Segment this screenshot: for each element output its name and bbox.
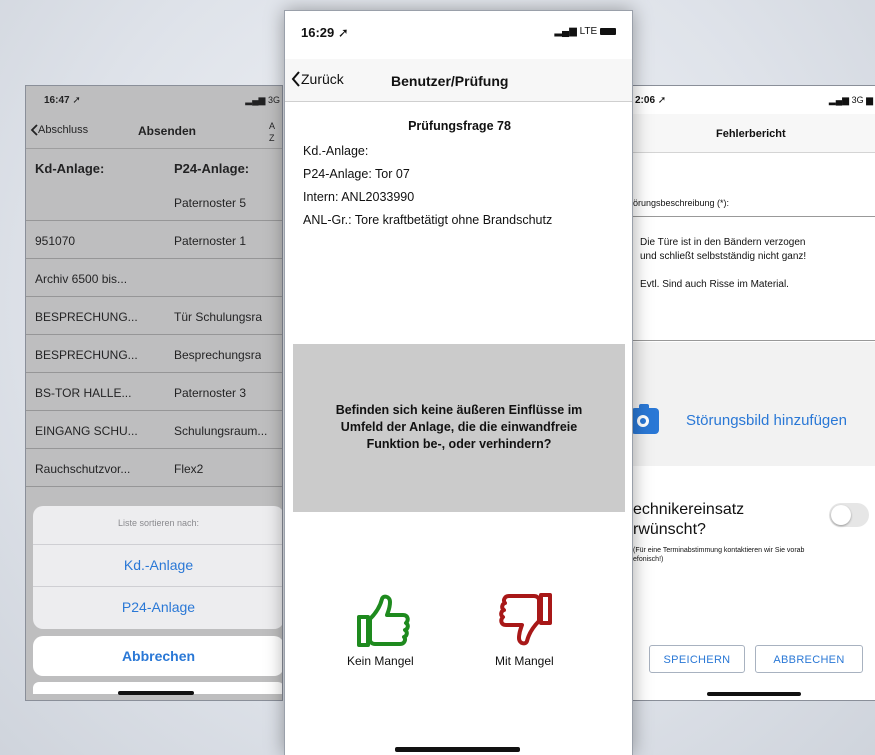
question-text: Befinden sich keine äußeren Einflüsse im… <box>293 402 625 453</box>
add-image-button[interactable]: Störungsbild hinzufügen <box>686 412 847 429</box>
status-signal: ▂▄▆ LTE <box>554 26 616 37</box>
question-box: Befinden sich keine äußeren Einflüsse im… <box>293 344 625 512</box>
camera-icon[interactable] <box>631 404 659 434</box>
back-label: Zurück <box>301 71 344 87</box>
home-indicator <box>395 747 520 752</box>
home-indicator <box>707 692 801 696</box>
thumbs-down-icon <box>499 593 552 646</box>
technician-label: echnikereinsatz rwünscht? <box>633 500 744 540</box>
description-line: Die Türe ist in den Bändern verzogen <box>640 237 806 248</box>
save-button[interactable]: SPEICHERN <box>649 645 745 673</box>
status-time: 16:29 ➚ <box>301 25 349 40</box>
description-textarea[interactable]: Die Türe ist in den Bändern verzogen und… <box>631 216 875 341</box>
battery-icon <box>600 28 616 35</box>
navigation-bar: Zurück Benutzer/Prüfung <box>285 59 632 102</box>
description-label: örungsbeschreibung (*): <box>633 198 730 208</box>
technician-note: (Für eine Terminabstimmung kontaktieren … <box>633 546 873 564</box>
sort-option-kd-anlage[interactable]: Kd.-Anlage <box>33 544 282 585</box>
no-defect-label: Kein Mangel <box>347 654 414 668</box>
defect-button[interactable] <box>498 591 554 652</box>
chevron-left-icon <box>291 71 300 87</box>
sort-option-p24-anlage[interactable]: P24-Anlage <box>33 586 282 627</box>
description-line: und schließt selbstständig nicht ganz! <box>640 251 807 262</box>
technician-note-line: efonisch!) <box>633 556 664 563</box>
info-p24-anlage: P24-Anlage: Tor 07 <box>303 167 410 181</box>
sort-action-sheet: Liste sortieren nach: Kd.-Anlage P24-Anl… <box>33 506 282 629</box>
nav-title: Benutzer/Prüfung <box>391 73 509 89</box>
home-indicator <box>118 691 194 695</box>
info-kd-anlage: Kd.-Anlage: <box>303 144 369 158</box>
toggle-knob <box>831 505 851 525</box>
technician-toggle[interactable] <box>829 503 869 527</box>
technician-line: rwünscht? <box>633 521 706 538</box>
description-line: Evtl. Sind auch Risse im Material. <box>640 279 789 290</box>
question-line: Befinden sich keine äußeren Einflüsse im <box>335 403 583 417</box>
sheet-title: Liste sortieren nach: <box>117 518 200 528</box>
info-anl-gruppe: ANL-Gr.: Tore kraftbetätigt ohne Brandsc… <box>303 213 553 227</box>
status-signal: ▂▄▆ 3G ▆ <box>828 95 873 105</box>
info-intern: Intern: ANL2033990 <box>303 190 415 204</box>
question-line: Umfeld der Anlage, die die einwandfreie <box>340 420 578 434</box>
section-spacer <box>631 342 875 466</box>
technician-line: echnikereinsatz <box>633 501 745 518</box>
defect-label: Mit Mangel <box>495 654 554 668</box>
nav-title: Fehlerbericht <box>716 128 786 140</box>
cancel-button[interactable]: ABBRECHEN <box>755 645 863 673</box>
sheet-cancel-button[interactable]: Abbrechen <box>33 636 282 676</box>
right-phone-screen: 2:06 ➚ ▂▄▆ 3G ▆ Fehlerbericht örungsbesc… <box>630 85 875 701</box>
question-title: Prüfungsfrage 78 <box>408 119 511 133</box>
no-defect-button[interactable] <box>355 593 411 654</box>
thumbs-up-icon <box>357 594 410 647</box>
center-phone-screen: 16:29 ➚ ▂▄▆ LTE Zurück Benutzer/Prüfung … <box>284 10 633 755</box>
status-bar: 16:29 ➚ ▂▄▆ LTE <box>285 11 632 40</box>
back-button[interactable]: Zurück <box>291 71 344 87</box>
status-time: 2:06 ➚ <box>635 95 667 106</box>
technician-note-line: (Für eine Terminabstimmung kontaktieren … <box>633 547 805 554</box>
left-phone-screen: 16:47 ➚ ▂▄▆ 3G Abschluss Absenden A Z Kd… <box>25 85 283 701</box>
question-line: Funktion be-, oder verhindern? <box>366 437 552 451</box>
navigation-bar: Fehlerbericht <box>631 114 875 153</box>
status-bar: 2:06 ➚ ▂▄▆ 3G ▆ <box>631 86 875 108</box>
